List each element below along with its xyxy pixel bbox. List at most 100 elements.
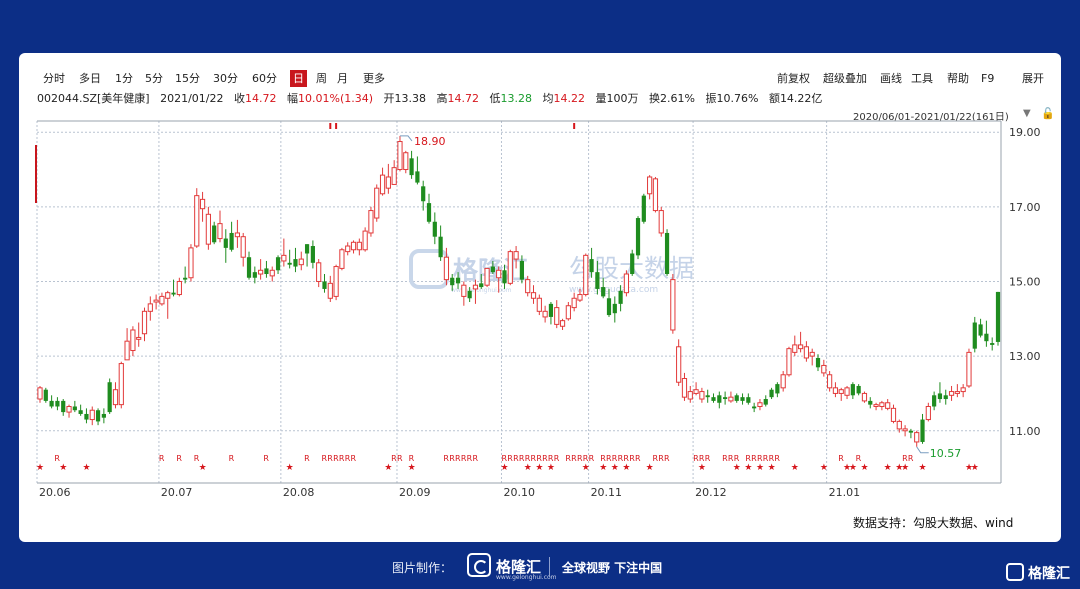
candle-body-down [84, 413, 89, 420]
candle-body-down [426, 203, 432, 222]
candle-body-up [676, 346, 682, 383]
r-marker: R [409, 454, 415, 463]
candle-body-up [333, 266, 339, 297]
candle-body-down [635, 218, 641, 256]
candle-body-down [252, 272, 257, 278]
candle-body-up [159, 295, 165, 305]
star-marker: ★ [622, 463, 630, 473]
candle-body-down [908, 430, 914, 433]
candle-body-down [995, 291, 1001, 342]
candle-body-up [339, 249, 345, 269]
corner-logo-icon [1006, 563, 1024, 581]
candle-body-up [728, 396, 734, 402]
candle-body-down [589, 259, 594, 273]
candle-body-down [467, 290, 472, 299]
candle-body-up [757, 402, 763, 407]
candle-body-down [978, 324, 983, 336]
star-marker: ★ [919, 463, 927, 473]
gelonghui-logo-icon [467, 553, 491, 577]
r-marker: R [774, 454, 780, 463]
candle-body-down [705, 395, 710, 398]
candle-body-down [717, 395, 722, 403]
footer-brand-url: www.gelonghui.com [496, 574, 557, 581]
star-marker: ★ [698, 463, 706, 473]
candle-body-down [752, 406, 757, 409]
candle-body-up [507, 251, 513, 284]
candle-body-up [89, 409, 95, 421]
candle-body-up [844, 387, 850, 396]
r-marker: R [589, 454, 595, 463]
candle-body-up [385, 176, 391, 189]
star-marker: ★ [611, 463, 619, 473]
candle-body-up [821, 364, 827, 374]
candle-body-up [316, 262, 322, 282]
candle-body-down [287, 262, 292, 265]
candlestick-chart[interactable]: 格隆汇www.gelonghui.com勾股大数据www.gogudata.co… [19, 53, 1061, 542]
candle-body-down [43, 389, 48, 401]
candle-body-up [118, 363, 124, 406]
x-tick-label: 21.01 [829, 486, 861, 499]
top-flag-marker [573, 123, 576, 129]
x-tick-label: 20.07 [161, 486, 193, 499]
y-tick-label: 13.00 [1009, 350, 1041, 363]
r-marker: R [229, 454, 235, 463]
candle-body-up [647, 176, 653, 195]
candle-body-up [902, 428, 908, 432]
candle-body-up [652, 178, 659, 212]
candle-body-up [141, 310, 148, 335]
candle-body-down [264, 268, 269, 275]
candle-body-down [490, 266, 495, 273]
candle-body-down [519, 260, 525, 280]
footer-slogan: 全球视野 下注中国 [562, 561, 663, 575]
r-marker: R [908, 454, 914, 463]
x-tick-label: 20.08 [283, 486, 315, 499]
star-marker: ★ [768, 463, 776, 473]
candle-body-up [374, 187, 380, 219]
candle-body-up [147, 303, 153, 312]
candle-body-down [49, 400, 54, 407]
candle-body-up [258, 269, 264, 275]
candle-body-down [618, 290, 623, 304]
candle-body-down [229, 232, 234, 250]
candle-body-up [461, 284, 467, 297]
candle-body-up [827, 374, 833, 389]
star-marker: ★ [36, 463, 44, 473]
r-marker: R [159, 454, 165, 463]
candle-body-up [397, 141, 403, 171]
star-marker: ★ [820, 463, 828, 473]
candle-body-up [379, 174, 386, 195]
candle-body-up [298, 258, 304, 266]
candle-body-down [856, 385, 861, 394]
candle-body-up [205, 213, 211, 245]
candle-body-up [153, 299, 159, 303]
max-label-pointer [399, 135, 413, 142]
candle-body-down [415, 171, 420, 183]
candle-body-up [681, 378, 688, 398]
candle-body-up [623, 273, 630, 294]
r-marker: R [194, 454, 200, 463]
star-marker: ★ [860, 463, 868, 473]
candle-body-up [873, 404, 879, 407]
candle-body-up [693, 389, 699, 394]
candle-body-up [472, 284, 479, 290]
star-marker: ★ [199, 463, 207, 473]
candle-body-down [630, 253, 635, 275]
candle-body-up [542, 310, 548, 318]
candle-body-down [612, 303, 617, 314]
candle-body-down [775, 384, 780, 394]
candle-body-up [362, 230, 368, 251]
candle-body-down [95, 410, 101, 422]
x-tick-label: 20.06 [39, 486, 71, 499]
candle-body-up [281, 254, 287, 262]
candle-body-down [606, 298, 612, 316]
candle-body-down [723, 397, 728, 400]
candle-body-down [932, 395, 937, 407]
candle-body-up [879, 402, 885, 407]
data-source: 数据支持：勾股大数据、wind [853, 516, 1014, 530]
r-marker: R [304, 454, 310, 463]
star-marker: ★ [744, 463, 752, 473]
candle-body-down [920, 419, 925, 442]
star-marker: ★ [547, 463, 555, 473]
candle-body-up [554, 307, 560, 325]
star-marker: ★ [599, 463, 607, 473]
